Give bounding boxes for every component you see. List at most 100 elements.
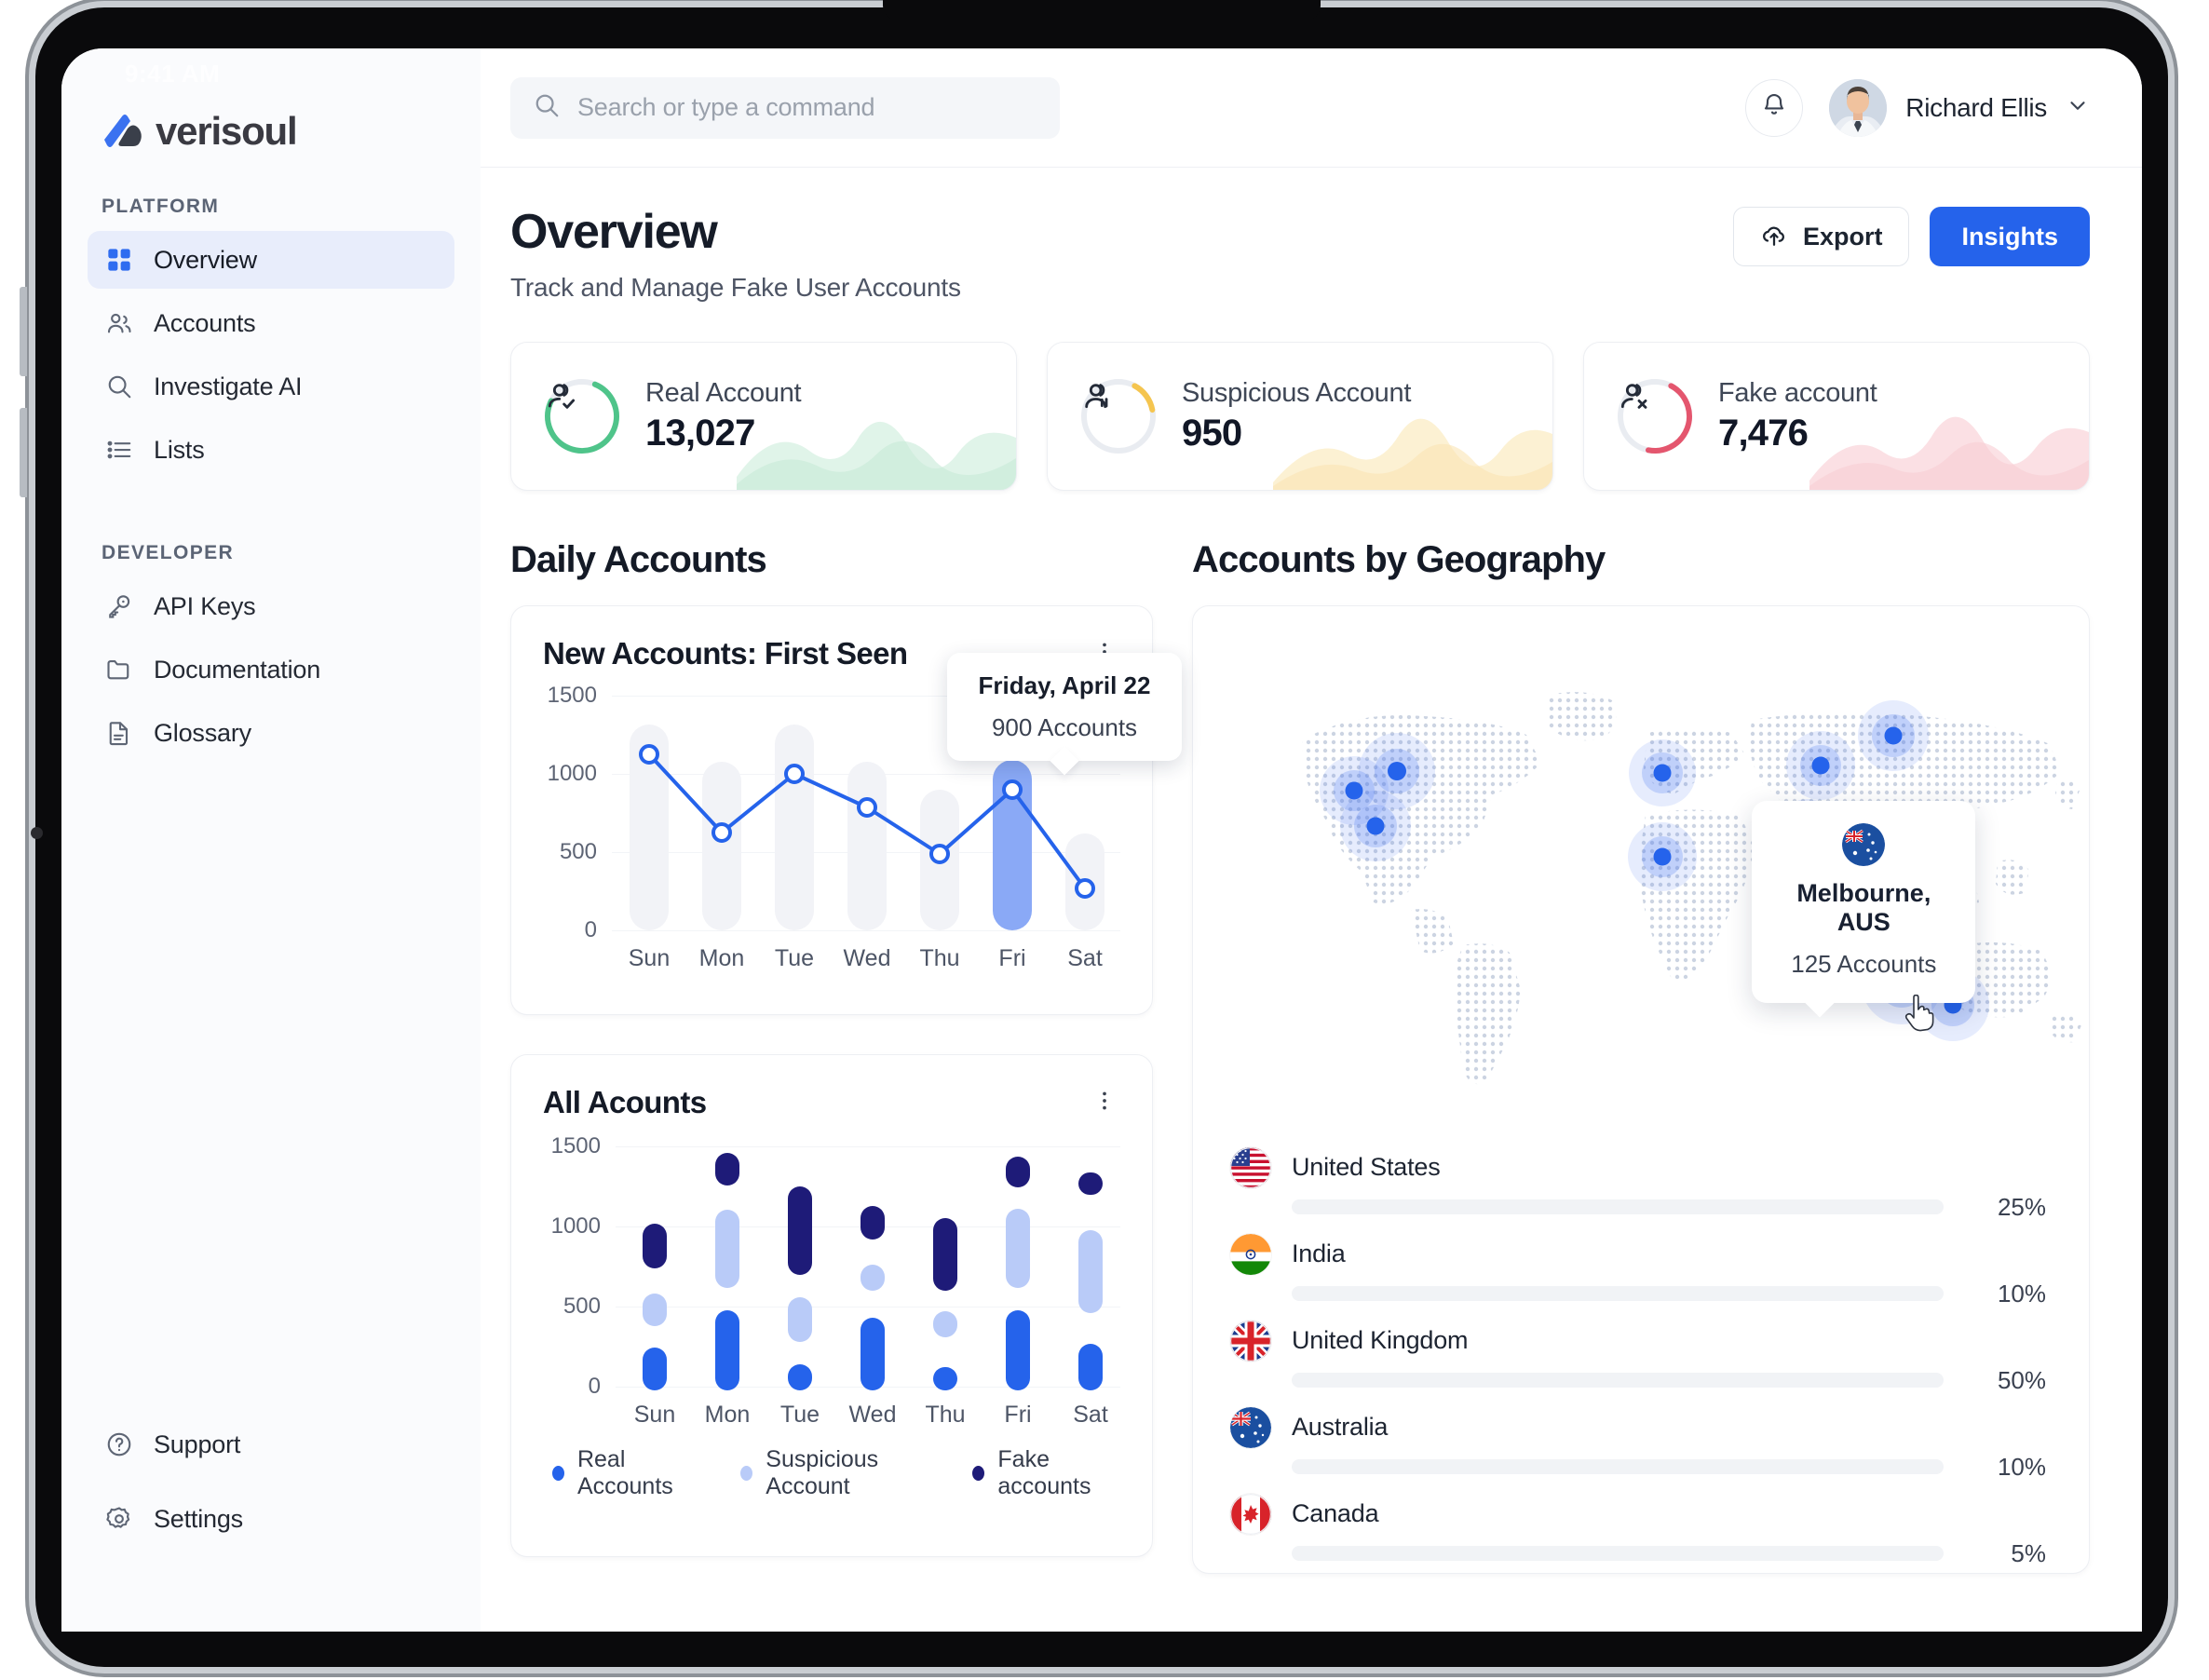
sidebar-item-api-keys[interactable]: API Keys <box>88 577 454 635</box>
bar-stack-sun[interactable] <box>643 1150 667 1390</box>
insights-button[interactable]: Insights <box>1930 207 2090 266</box>
country-percent: 25% <box>1968 1193 2046 1222</box>
map-tooltip-city: Melbourne, AUS <box>1783 879 1944 937</box>
flag-au <box>1230 1407 1271 1448</box>
legend-dot-fake <box>972 1466 984 1481</box>
bar-seg-suspicious <box>643 1294 667 1326</box>
geography-column: Accounts by Geography <box>1192 539 2090 1574</box>
user-menu[interactable]: Richard Ellis <box>1829 79 2090 137</box>
legend-item-fake-accounts[interactable]: Fake accounts <box>972 1446 1120 1500</box>
bar-seg-suspicious <box>1006 1209 1030 1288</box>
fake-account-text: Fake account 7,476 <box>1718 378 1877 454</box>
suspicious-account-text: Suspicious Account 950 <box>1182 378 1411 454</box>
sidebar-item-api-keys-label: API Keys <box>154 592 255 621</box>
legend-dot-suspicious <box>740 1466 752 1481</box>
line-x-tick: Tue <box>775 945 814 972</box>
legend-label-suspicious: Suspicious Account <box>766 1446 929 1500</box>
bar-stack-tue[interactable] <box>788 1150 812 1390</box>
line-chart[interactable]: 1500 1000 500 0 <box>543 692 1120 971</box>
country-row-australia[interactable]: Australia 10% <box>1230 1402 2046 1482</box>
bar-panel-head: All Acounts <box>511 1055 1152 1120</box>
legend-item-suspicious-account[interactable]: Suspicious Account <box>740 1446 929 1500</box>
sidebar-item-documentation-label: Documentation <box>154 656 320 684</box>
page-title-block: Overview Track and Manage Fake User Acco… <box>510 207 961 303</box>
sidebar-item-settings[interactable]: Settings <box>88 1490 454 1548</box>
bar-x-tick: Sun <box>634 1402 675 1429</box>
bar-seg-fake <box>861 1206 885 1240</box>
flag-australia <box>1842 823 1885 866</box>
sidebar-item-accounts[interactable]: Accounts <box>88 294 454 352</box>
avatar <box>1829 79 1887 137</box>
real-account-text: Real Account 13,027 <box>645 378 801 454</box>
bar-stack-wed[interactable] <box>861 1150 885 1390</box>
stat-card-real-account[interactable]: Real Account 13,027 <box>510 342 1017 491</box>
brand-logo[interactable]: verisoul <box>61 48 481 168</box>
page-subtitle: Track and Manage Fake User Accounts <box>510 273 961 303</box>
country-head: United States <box>1230 1143 2046 1193</box>
search-input[interactable]: Search or type a command <box>510 77 1060 139</box>
real-account-ring <box>543 377 621 455</box>
topbar-right: Richard Ellis <box>1745 79 2090 137</box>
bar-seg-suspicious <box>861 1265 885 1291</box>
country-head: India <box>1230 1229 2046 1280</box>
device-frame: 9:41 AM verisoul PLATFORM Overview <box>35 7 2168 1667</box>
legend-item-real-accounts[interactable]: Real Accounts <box>552 1446 698 1500</box>
line-x-tick: Wed <box>844 945 891 972</box>
bar-seg-real <box>715 1310 739 1390</box>
bar-stack-fri[interactable] <box>1006 1150 1030 1390</box>
chevron-down-icon[interactable] <box>2066 93 2090 122</box>
country-bar-track <box>1292 1459 1944 1474</box>
bar-seg-fake <box>788 1186 812 1275</box>
country-percent: 10% <box>1968 1453 2046 1482</box>
bar-stack-thu[interactable] <box>933 1150 957 1390</box>
country-bar-row: 25% <box>1230 1193 2046 1222</box>
user-name: Richard Ellis <box>1905 93 2047 123</box>
suspicious-account-ring <box>1079 377 1158 455</box>
tooltip-date: Friday, April 22 <box>975 671 1154 700</box>
sidebar-item-glossary[interactable]: Glossary <box>88 704 454 762</box>
sidebar-item-accounts-label: Accounts <box>154 309 255 338</box>
sidebar-item-overview[interactable]: Overview <box>88 231 454 289</box>
country-bar-track <box>1292 1373 1944 1388</box>
question-circle-icon <box>105 1430 133 1458</box>
country-name: Canada <box>1292 1499 1378 1528</box>
bar-stack-mon[interactable] <box>715 1150 739 1390</box>
brand-name: verisoul <box>156 109 296 154</box>
country-bar-track <box>1292 1199 1944 1214</box>
map-tooltip: Melbourne, AUS 125 Accounts <box>1752 801 1975 1003</box>
device-volume-up-button[interactable] <box>20 287 27 376</box>
sidebar-item-documentation[interactable]: Documentation <box>88 641 454 698</box>
world-map[interactable]: Melbourne, AUS 125 Accounts <box>1213 630 2068 1133</box>
stat-card-fake-account[interactable]: Fake account 7,476 <box>1583 342 2090 491</box>
export-button[interactable]: Export <box>1733 207 1910 266</box>
bar-seg-suspicious <box>715 1210 739 1288</box>
new-accounts-first-seen-panel: New Accounts: First Seen <box>510 605 1153 1015</box>
stat-card-value: 950 <box>1182 413 1411 454</box>
sidebar-item-support[interactable]: Support <box>88 1416 454 1473</box>
country-row-india[interactable]: India 10% <box>1230 1229 2046 1308</box>
device-volume-down-button[interactable] <box>20 408 27 497</box>
sidebar-item-lists[interactable]: Lists <box>88 421 454 479</box>
line-x-tick: Fri <box>998 945 1025 972</box>
sidebar-item-investigate-ai[interactable]: Investigate AI <box>88 358 454 415</box>
search-icon <box>105 373 133 400</box>
stat-card-suspicious-account[interactable]: Suspicious Account 950 <box>1047 342 1553 491</box>
bar-seg-real <box>788 1364 812 1390</box>
stat-card-label: Real Account <box>645 378 801 409</box>
more-vertical-icon[interactable] <box>1089 1085 1120 1117</box>
country-row-canada[interactable]: Canada 5% <box>1230 1489 2046 1568</box>
bar-x-tick: Sat <box>1073 1402 1108 1429</box>
sidebar: verisoul PLATFORM Overview Accounts <box>61 48 481 1632</box>
country-row-united-kingdom[interactable]: United Kingdom 50% <box>1230 1316 2046 1395</box>
grid-icon <box>105 246 133 274</box>
bar-seg-real <box>933 1367 957 1390</box>
sidebar-item-support-label: Support <box>154 1430 240 1459</box>
country-row-united-states[interactable]: United States 25% <box>1230 1143 2046 1222</box>
all-accounts-chart[interactable]: 1500 1000 500 0 <box>543 1143 1120 1431</box>
line-x-tick: Mon <box>699 945 745 972</box>
tooltip-value: 900 Accounts <box>975 713 1154 742</box>
country-percent: 10% <box>1968 1280 2046 1308</box>
notification-button[interactable] <box>1745 79 1803 137</box>
country-bar-row: 50% <box>1230 1366 2046 1395</box>
bar-stack-sat[interactable] <box>1078 1150 1103 1390</box>
